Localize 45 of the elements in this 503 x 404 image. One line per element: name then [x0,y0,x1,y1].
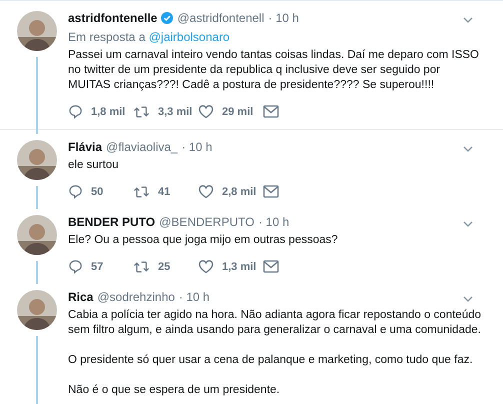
tweet-text: Cabia a polícia ter agido na hora. Não adianta agora ficar repostando o conteúdo sem filtro algum, e ainda usando para generalizar o carnaval e uma comunidade. [68,308,482,338]
user-handle[interactable]: @sodrehzinho [97,290,175,304]
tweet-time[interactable]: · 10 h [268,11,299,25]
reply-label: Em resposta a [68,30,146,44]
tweet-text: Ele? Ou a pessoa que joga mijo em outras pessoas? [68,233,339,248]
heart-icon[interactable] [198,259,214,274]
mail-icon[interactable] [263,105,279,118]
mail-icon[interactable] [263,260,279,273]
user-name[interactable]: astridfontenelle [68,11,158,25]
mention-link[interactable]: @jairbolsonaro [148,30,230,44]
reply-count: 57 [91,260,104,272]
heart-icon[interactable] [198,104,214,119]
user-handle[interactable]: @astridfontenell [177,11,264,25]
user-handle[interactable]: @flaviaoliva_ [106,140,178,154]
reply-icon[interactable] [68,184,83,199]
chevron-down-icon[interactable] [463,17,473,23]
retweet-count: 25 [158,260,170,272]
like-count: 2,8 mil [222,186,256,198]
tweet-text: Passei um carnaval inteiro vendo tantas coisas lindas. Daí me deparo com ISSO no twitter de um presidente da republica q inclusive deve ser seguido por MUITAS crianças???! Cadê a postura de presidente???? Se superou!!!! [68,48,480,93]
like-count: 1,3 mil [222,260,256,272]
user-name[interactable]: Flávia [68,140,102,154]
tweet-time[interactable]: · 10 h [178,290,210,304]
chevron-down-icon[interactable] [463,296,473,302]
user-name[interactable]: Rica [68,290,94,304]
retweet-icon[interactable] [133,104,150,118]
mail-icon[interactable] [263,185,279,198]
chevron-down-icon[interactable] [463,221,473,227]
tweet-time[interactable]: · 10 h [182,140,212,154]
user-name[interactable]: BENDER PUTO [68,215,156,229]
reply-icon[interactable] [68,259,83,274]
user-handle[interactable]: @BENDERPUTO [159,215,254,229]
tweet-time[interactable]: · 10 h [258,215,290,229]
heart-icon[interactable] [198,184,214,199]
tweet-text: O presidente só quer usar a cena de palanque e marketing, como tudo que faz. [68,353,474,368]
chevron-down-icon[interactable] [463,146,473,152]
retweet-count: 41 [158,186,170,198]
tweet-text: ele surtou [68,158,120,173]
retweet-icon[interactable] [133,260,150,274]
retweet-count: 3,3 mil [158,106,192,118]
reply-icon[interactable] [68,104,83,119]
reply-count: 1,8 mil [91,106,126,118]
like-count: 29 mil [222,106,254,118]
tweet-text: Não é o que se espera de um presidente. [68,383,281,398]
reply-count: 50 [91,186,104,198]
retweet-icon[interactable] [133,184,150,198]
